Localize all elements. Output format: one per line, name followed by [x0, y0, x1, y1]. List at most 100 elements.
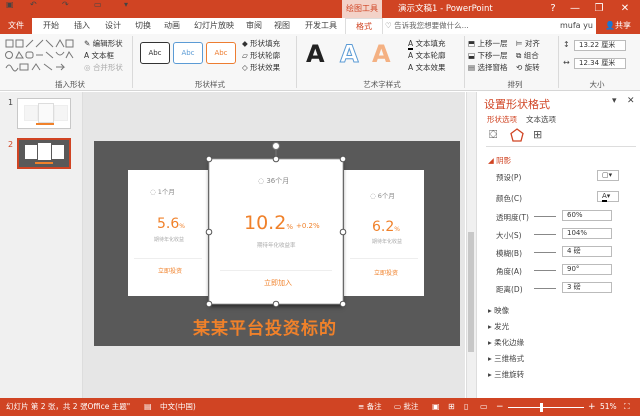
angle-slider[interactable] [534, 270, 556, 271]
shadow-color-picker[interactable]: A▾ [597, 191, 619, 202]
align-button[interactable]: ⊨ 对齐 [516, 39, 540, 49]
tab-insert[interactable]: 插入 [74, 18, 90, 34]
notes-label: 备注 [366, 402, 382, 411]
text-effects-button[interactable]: A 文本效果 [408, 63, 446, 73]
share-button[interactable]: 👤共享 [596, 18, 640, 34]
center-card-join-link[interactable]: 立即加入 [264, 278, 292, 288]
reflection-section[interactable]: ▸ 映像 [488, 305, 509, 316]
shape-style-preset-1[interactable]: Abc [140, 42, 170, 64]
tell-me-search-input[interactable]: ♡ 告诉我您想要做什么... [385, 20, 473, 32]
notes-button[interactable]: ≡ 备注 [358, 398, 382, 416]
normal-view-icon[interactable]: ▣ [432, 398, 440, 416]
pane-close-icon[interactable]: ✕ [627, 96, 635, 106]
left-card-invest-link[interactable]: 立即投资 [158, 266, 182, 275]
glow-section[interactable]: ▸ 发光 [488, 321, 509, 332]
transparency-slider[interactable] [534, 216, 556, 217]
group-button[interactable]: ⧉ 组合 [516, 51, 539, 61]
zoom-out-icon[interactable]: − [496, 398, 504, 416]
text-outline-button[interactable]: A 文本轮廓 [408, 51, 446, 61]
transparency-input[interactable]: 60% [562, 210, 612, 221]
center-card-rate-value: 10.2 [244, 212, 287, 234]
shape-style-preset-3[interactable]: Abc [206, 42, 236, 64]
redo-icon[interactable]: ↷ [62, 0, 69, 9]
tab-view[interactable]: 视图 [274, 18, 290, 34]
shape-style-preset-2[interactable]: Abc [173, 42, 203, 64]
start-slideshow-icon[interactable]: ▭ [94, 0, 102, 9]
tab-animations[interactable]: 动画 [164, 18, 180, 34]
zoom-in-icon[interactable]: + [588, 398, 596, 416]
shadow-preset-picker[interactable]: ▢▾ [597, 170, 619, 181]
shapes-gallery[interactable] [4, 38, 78, 76]
tab-shape-options[interactable]: 形状选项 [487, 114, 517, 125]
language-indicator[interactable]: 中文(中国) [160, 398, 196, 416]
minimize-button[interactable]: — [564, 0, 586, 18]
distance-slider[interactable] [534, 288, 556, 289]
spell-check-icon[interactable]: ▤ [144, 398, 152, 416]
angle-input[interactable]: 90° [562, 264, 612, 275]
tab-transitions[interactable]: 切换 [135, 18, 151, 34]
blur-slider[interactable] [534, 252, 556, 253]
fill-line-icon[interactable]: ⛋ [489, 128, 497, 142]
rotate-button[interactable]: ⟲ 旋转 [516, 63, 540, 73]
shape-height-input[interactable]: 13.22 厘米 [574, 40, 626, 51]
blur-label: 模糊(B) [496, 249, 522, 258]
vertical-scrollbar[interactable] [466, 92, 476, 398]
size-properties-icon[interactable]: ⊞ [533, 128, 542, 141]
shape-effects-button[interactable]: ◇ 形状效果 [242, 63, 280, 73]
slideshow-icon[interactable]: ▭ [480, 398, 488, 416]
slide-sorter-icon[interactable]: ⊞ [448, 398, 455, 416]
shape-fill-button[interactable]: ◆ 形状填充 [242, 39, 280, 49]
reading-view-icon[interactable]: ▯ [464, 398, 468, 416]
shape-width-input[interactable]: 12.34 厘米 [574, 58, 626, 69]
effects-icon[interactable] [510, 128, 524, 142]
quick-access-dropdown-icon[interactable]: ▾ [124, 0, 128, 9]
comments-button[interactable]: ▭ 批注 [394, 398, 418, 416]
wordart-style-black[interactable]: A [306, 40, 325, 68]
slide-thumbnail-1[interactable] [17, 98, 71, 129]
fit-to-window-icon[interactable]: ⛶ [624, 398, 630, 416]
slide-thumbnail-2[interactable] [17, 138, 71, 169]
tab-design[interactable]: 设计 [105, 18, 121, 34]
tab-file[interactable]: 文件 [0, 18, 32, 34]
tab-review[interactable]: 审阅 [246, 18, 262, 34]
size-input[interactable]: 104% [562, 228, 612, 239]
user-name[interactable]: mufa yu [560, 18, 593, 34]
edit-shape-button[interactable]: ✎ 编辑形状 [84, 39, 123, 49]
undo-icon[interactable]: ↶ [30, 0, 37, 9]
tab-developer[interactable]: 开发工具 [305, 18, 337, 34]
left-card-caption: 期待年化收益 [154, 237, 185, 243]
text-fill-button[interactable]: A 文本填充 [408, 39, 446, 50]
size-slider[interactable] [534, 234, 556, 235]
tab-format[interactable]: 格式 [345, 18, 383, 34]
bring-forward-button[interactable]: ⬒ 上移一层 [468, 39, 507, 49]
tab-slideshow[interactable]: 幻灯片放映 [194, 18, 234, 34]
size-group-label: 大小 [589, 80, 605, 89]
wordart-style-outline[interactable]: A [340, 40, 360, 69]
help-button[interactable]: ? [542, 0, 564, 18]
text-box-button[interactable]: A 文本框 [84, 51, 114, 61]
drawing-tools-contextual-label: 绘图工具 [342, 0, 382, 18]
zoom-level[interactable]: 51% [600, 398, 617, 416]
soft-edges-section[interactable]: ▸ 柔化边缘 [488, 337, 524, 348]
3d-rotation-section[interactable]: ▸ 三维旋转 [488, 369, 524, 380]
close-button[interactable]: ✕ [614, 0, 636, 18]
distance-input[interactable]: 3 磅 [562, 282, 612, 293]
scrollbar-thumb[interactable] [468, 232, 474, 352]
selection-pane-button[interactable]: ▤ 选择窗格 [468, 63, 507, 73]
restore-button[interactable]: ❐ [588, 0, 610, 18]
tab-home[interactable]: 开始 [43, 18, 59, 34]
pane-options-icon[interactable]: ▾ [612, 96, 617, 106]
shadow-section-header[interactable]: ◢ 阴影 [488, 155, 511, 166]
wordart-style-orange[interactable]: A [372, 40, 391, 68]
slide-headline[interactable]: 某某平台投资标的 [193, 314, 337, 339]
zoom-slider[interactable] [508, 407, 584, 408]
save-icon[interactable]: ▣ [6, 0, 14, 9]
right-card-invest-link[interactable]: 立即投资 [374, 268, 398, 277]
merge-shapes-button[interactable]: ◎ 合并形状 [84, 63, 123, 73]
tab-text-options[interactable]: 文本选项 [526, 114, 556, 125]
3d-format-section[interactable]: ▸ 三维格式 [488, 353, 524, 364]
blur-input[interactable]: 4 磅 [562, 246, 612, 257]
send-backward-button[interactable]: ⬓ 下移一层 [468, 51, 507, 61]
zoom-slider-thumb[interactable] [540, 403, 543, 412]
shape-outline-button[interactable]: ▱ 形状轮廓 [242, 51, 280, 61]
